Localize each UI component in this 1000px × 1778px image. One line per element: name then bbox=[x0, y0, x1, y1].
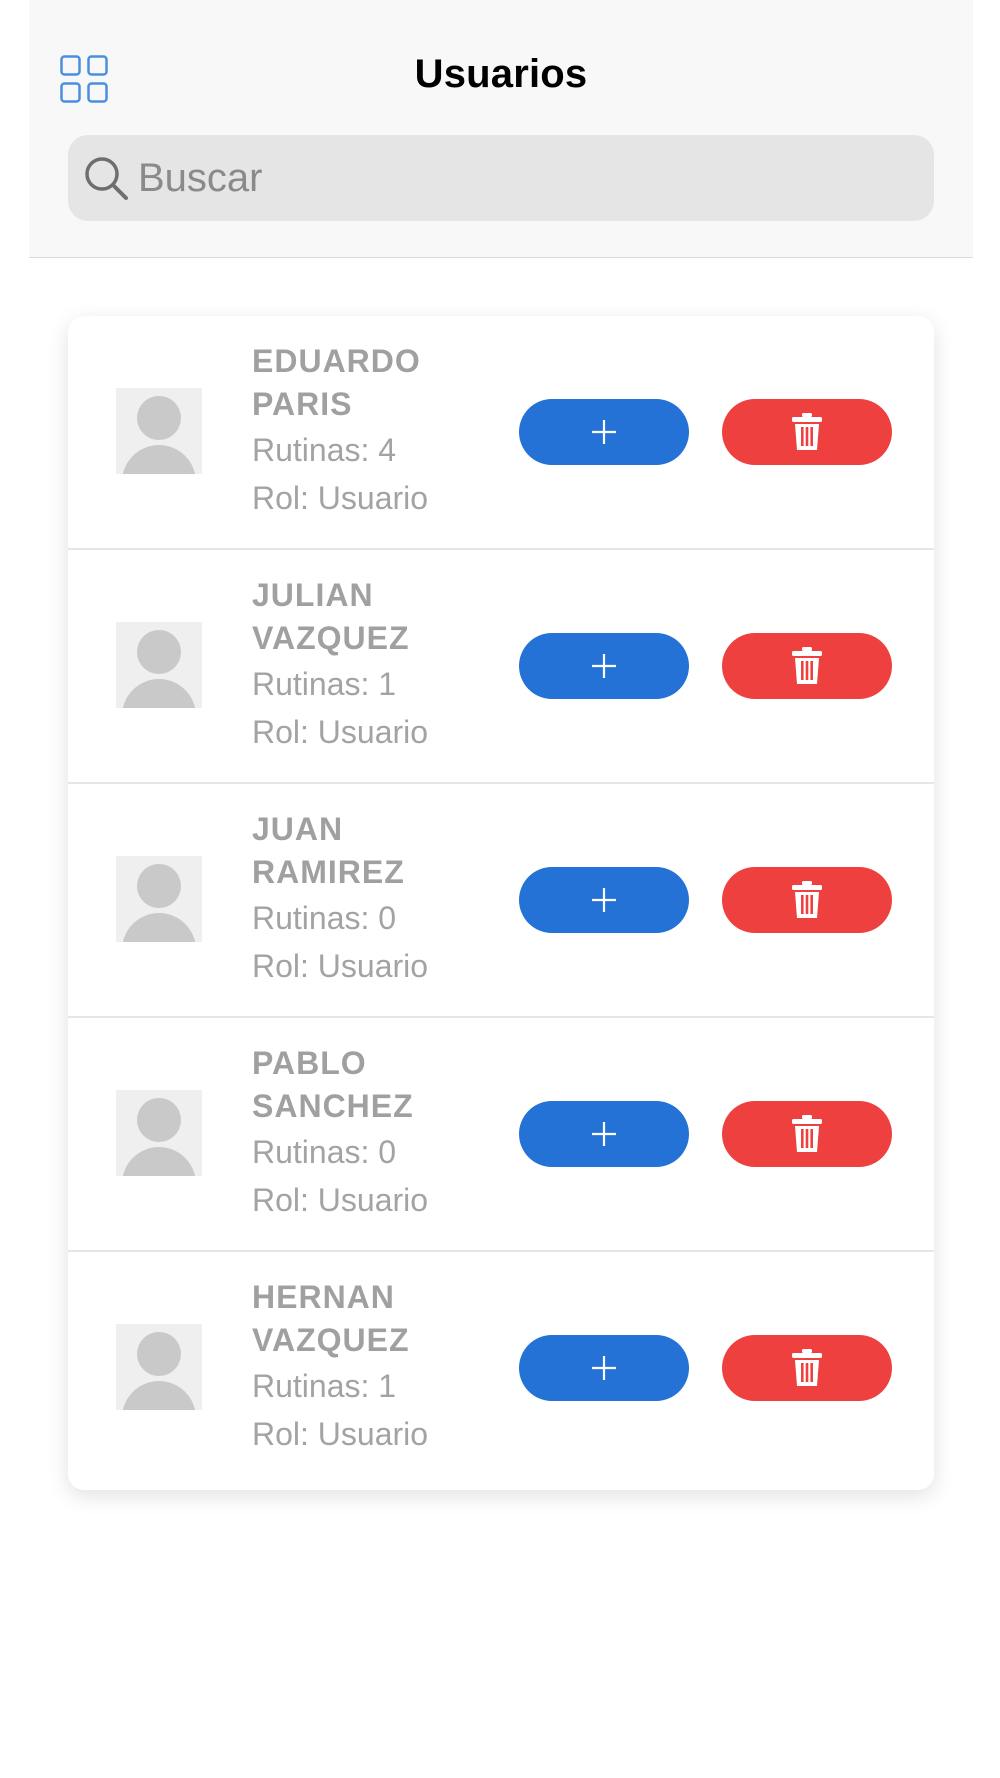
user-last-name: RAMIREZ bbox=[252, 854, 405, 890]
user-last-name: SANCHEZ bbox=[252, 1088, 414, 1124]
plus-icon bbox=[592, 888, 616, 912]
add-rutina-button[interactable] bbox=[519, 1335, 689, 1401]
avatar bbox=[116, 622, 202, 708]
user-rutinas: Rutinas: 0 bbox=[252, 1134, 397, 1170]
search-input[interactable] bbox=[138, 135, 918, 221]
user-rutinas: Rutinas: 1 bbox=[252, 1368, 397, 1404]
user-last-name: PARIS bbox=[252, 386, 353, 422]
list-item: PABLO SANCHEZ Rutinas: 0 Rol: Usuario bbox=[68, 1018, 934, 1252]
add-rutina-button[interactable] bbox=[519, 867, 689, 933]
user-last-name: VAZQUEZ bbox=[252, 620, 410, 656]
trash-icon bbox=[792, 413, 822, 450]
user-rol: Rol: Usuario bbox=[252, 948, 429, 984]
user-rol: Rol: Usuario bbox=[252, 480, 429, 516]
page-title: Usuarios bbox=[414, 52, 588, 96]
user-list: EDUARDO PARIS Rutinas: 4 Rol: Usuario JU… bbox=[68, 316, 934, 1490]
delete-user-button[interactable] bbox=[722, 1101, 892, 1167]
trash-icon bbox=[792, 1115, 822, 1152]
user-last-name: VAZQUEZ bbox=[252, 1322, 410, 1358]
user-rol: Rol: Usuario bbox=[252, 1416, 429, 1452]
avatar bbox=[116, 856, 202, 942]
delete-user-button[interactable] bbox=[722, 867, 892, 933]
user-info: HERNAN VAZQUEZ Rutinas: 1 Rol: Usuario bbox=[252, 1276, 482, 1458]
user-first-name: JULIAN bbox=[252, 577, 374, 613]
delete-user-button[interactable] bbox=[722, 399, 892, 465]
add-rutina-button[interactable] bbox=[519, 633, 689, 699]
search-icon bbox=[85, 157, 128, 200]
user-rutinas: Rutinas: 0 bbox=[252, 900, 397, 936]
user-rutinas: Rutinas: 1 bbox=[252, 666, 397, 702]
user-info: EDUARDO PARIS Rutinas: 4 Rol: Usuario bbox=[252, 340, 482, 522]
plus-icon bbox=[592, 654, 616, 678]
search-bar[interactable] bbox=[68, 135, 934, 221]
delete-user-button[interactable] bbox=[722, 633, 892, 699]
add-rutina-button[interactable] bbox=[519, 399, 689, 465]
delete-user-button[interactable] bbox=[722, 1335, 892, 1401]
plus-icon bbox=[592, 420, 616, 444]
user-first-name: EDUARDO bbox=[252, 343, 421, 379]
user-info: PABLO SANCHEZ Rutinas: 0 Rol: Usuario bbox=[252, 1042, 482, 1224]
avatar bbox=[116, 388, 202, 474]
avatar bbox=[116, 1324, 202, 1410]
trash-icon bbox=[792, 881, 822, 918]
user-first-name: HERNAN bbox=[252, 1279, 395, 1315]
user-rutinas: Rutinas: 4 bbox=[252, 432, 397, 468]
list-item: EDUARDO PARIS Rutinas: 4 Rol: Usuario bbox=[68, 316, 934, 550]
avatar bbox=[116, 1090, 202, 1176]
user-info: JUAN RAMIREZ Rutinas: 0 Rol: Usuario bbox=[252, 808, 482, 990]
list-item: HERNAN VAZQUEZ Rutinas: 1 Rol: Usuario bbox=[68, 1252, 934, 1490]
add-rutina-button[interactable] bbox=[519, 1101, 689, 1167]
users-screen: Usuarios EDUARDO PARIS Rutinas: 4 Rol: U… bbox=[0, 0, 1000, 1778]
plus-icon bbox=[592, 1356, 616, 1380]
user-first-name: JUAN bbox=[252, 811, 344, 847]
list-item: JULIAN VAZQUEZ Rutinas: 1 Rol: Usuario bbox=[68, 550, 934, 784]
header: Usuarios bbox=[29, 0, 973, 258]
user-info: JULIAN VAZQUEZ Rutinas: 1 Rol: Usuario bbox=[252, 574, 482, 756]
user-rol: Rol: Usuario bbox=[252, 1182, 429, 1218]
plus-icon bbox=[592, 1122, 616, 1146]
trash-icon bbox=[792, 647, 822, 684]
user-first-name: PABLO bbox=[252, 1045, 367, 1081]
list-item: JUAN RAMIREZ Rutinas: 0 Rol: Usuario bbox=[68, 784, 934, 1018]
trash-icon bbox=[792, 1349, 822, 1386]
user-rol: Rol: Usuario bbox=[252, 714, 429, 750]
